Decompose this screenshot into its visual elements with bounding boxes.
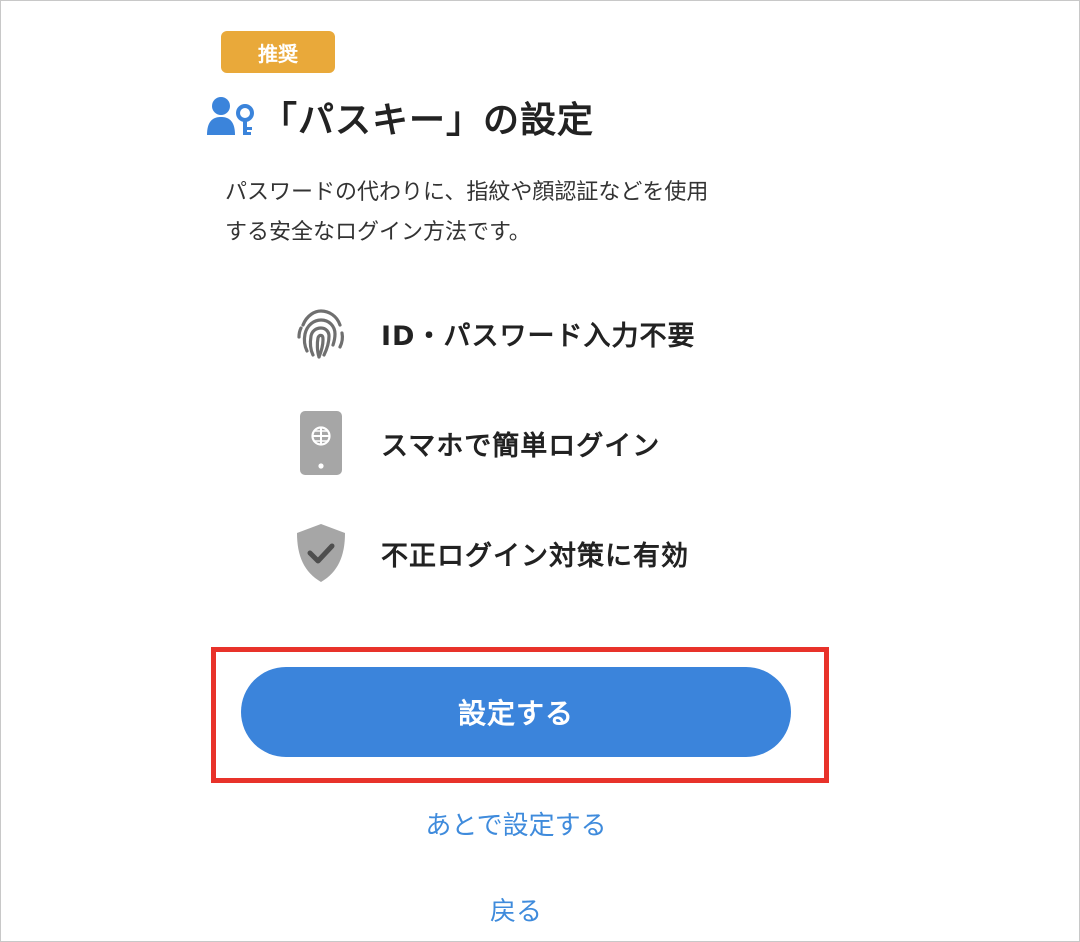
feature-item-fraud-protection: 不正ログイン対策に有効 <box>291 517 689 589</box>
shield-check-icon <box>291 517 351 589</box>
smartphone-icon <box>291 407 351 479</box>
dialog-frame: 推奨 「パスキー」の設定 パスワードの代わりに、指紋や顔認証などを使用 する安全… <box>0 0 1080 942</box>
feature-label-fraud-protection: 不正ログイン対策に有効 <box>381 540 689 572</box>
feature-label-no-password: ID・パスワード入力不要 <box>381 320 696 352</box>
page-title: 「パスキー」の設定 <box>261 100 595 141</box>
user-key-icon <box>207 95 257 139</box>
description: パスワードの代わりに、指紋や顔認証などを使用 する安全なログイン方法です。 <box>225 173 825 253</box>
feature-item-no-password: ID・パスワード入力不要 <box>291 297 695 369</box>
recommended-badge: 推奨 <box>221 31 335 73</box>
setup-button[interactable]: 設定する <box>241 667 791 757</box>
title-row: 「パスキー」の設定 <box>207 89 594 145</box>
feature-item-smartphone-login: スマホで簡単ログイン <box>291 407 660 479</box>
fingerprint-icon <box>291 297 351 369</box>
feature-label-smartphone-login: スマホで簡単ログイン <box>381 430 661 462</box>
back-link[interactable]: 戻る <box>1 891 1031 928</box>
description-line-1: パスワードの代わりに、指紋や顔認証などを使用 <box>225 180 709 205</box>
setup-later-link[interactable]: あとで設定する <box>1 805 1031 842</box>
description-line-2: する安全なログイン方法です。 <box>225 220 531 245</box>
